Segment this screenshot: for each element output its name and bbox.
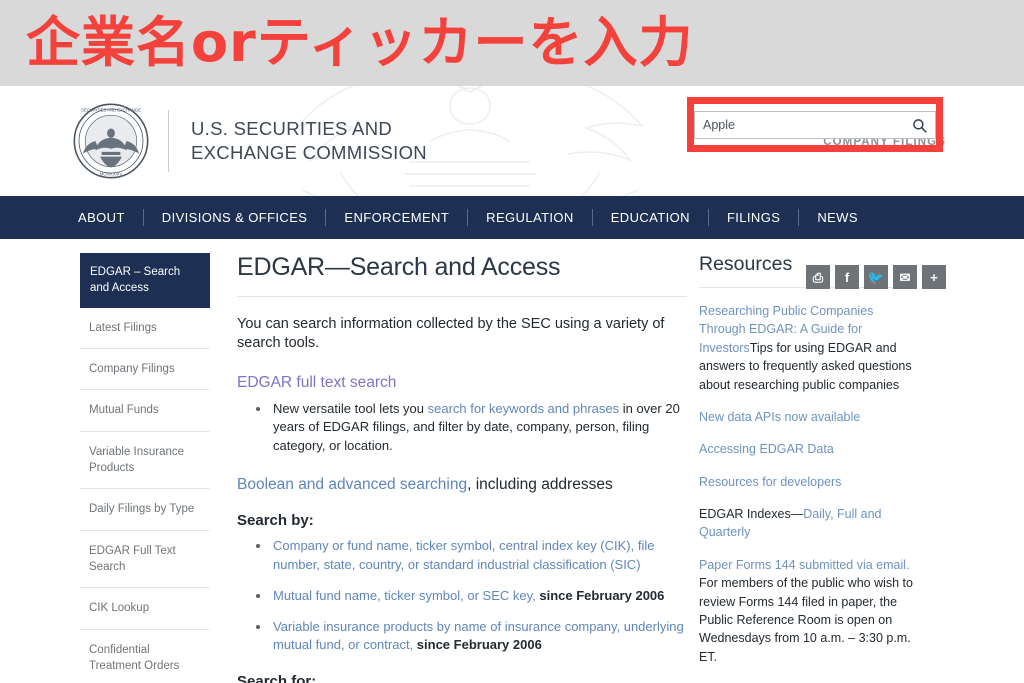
header-divider	[168, 110, 169, 172]
resource-entry: Researching Public Companies Through EDG…	[699, 302, 917, 394]
edgar-full-text-search-link[interactable]: EDGAR full text search	[237, 374, 687, 392]
page-title: EDGAR—Search and Access	[237, 253, 687, 297]
resource-entry: EDGAR Indexes—Daily, Full and Quarterly	[699, 505, 917, 542]
sidebar-item-company-filings[interactable]: Company Filings	[80, 349, 210, 391]
search-by-link[interactable]: Mutual fund name, ticker symbol, or SEC …	[273, 588, 536, 603]
svg-text:SECURITIES AND EXCHANGE: SECURITIES AND EXCHANGE	[81, 107, 141, 112]
site-header: SECURITIES AND EXCHANGE MCMXXXIV U.S. SE…	[0, 86, 1024, 196]
sidebar-item-edgar-search-and-access[interactable]: EDGAR – Search and Access	[80, 253, 210, 308]
search-by-link[interactable]: Company or fund name, ticker symbol, cen…	[273, 538, 654, 572]
sidebar-item-latest-filings[interactable]: Latest Filings	[80, 308, 210, 349]
search-for-heading: Search for:	[237, 673, 317, 683]
resources-list: Researching Public Companies Through EDG…	[699, 302, 917, 683]
twitter-icon[interactable]: 🐦	[864, 265, 888, 289]
nav-item-education[interactable]: EDUCATION	[593, 210, 708, 225]
boolean-search-heading: Boolean and advanced searching, includin…	[237, 476, 687, 494]
resource-entry: Resources for developers	[699, 473, 917, 491]
plus-icon[interactable]: +	[922, 265, 946, 289]
resource-link[interactable]: Paper Forms 144 submitted via email.	[699, 558, 910, 572]
sidebar-item-daily-filings-by-type[interactable]: Daily Filings by Type	[80, 489, 210, 531]
list-item: Company or fund name, ticker symbol, cen…	[271, 537, 687, 575]
resource-entry: New data APIs now available	[699, 408, 917, 426]
facebook-icon[interactable]: f	[835, 265, 859, 289]
main-navigation: ABOUT DIVISIONS & OFFICES ENFORCEMENT REGUL…	[0, 196, 1024, 239]
resource-link[interactable]: New data APIs now available	[699, 410, 860, 424]
sidebar-item-edgar-full-text-search[interactable]: EDGAR Full Text Search	[80, 531, 210, 589]
annotation-text: 企業名orティッカーを入力	[26, 11, 694, 74]
resource-prefix: EDGAR Indexes—	[699, 507, 804, 521]
annotation-banner: 企業名orティッカーを入力	[0, 0, 1024, 86]
search-field[interactable]	[694, 111, 936, 139]
sidebar-item-cik-lookup[interactable]: CIK Lookup	[80, 588, 210, 630]
sec-seal-icon: SECURITIES AND EXCHANGE MCMXXXIV	[73, 103, 149, 179]
search-zone: COMPANY FILINGS	[687, 97, 950, 152]
nav-item-news[interactable]: NEWS	[799, 210, 876, 225]
resources-column: Resources Researching Public Companies T…	[687, 239, 917, 683]
resource-link[interactable]: Accessing EDGAR Data	[699, 442, 834, 456]
sidebar-item-variable-insurance-products[interactable]: Variable Insurance Products	[80, 432, 210, 490]
agency-name: U.S. SECURITIES AND EXCHANGE COMMISSION	[191, 117, 427, 164]
list-item: Variable insurance products by name of i…	[271, 618, 687, 656]
full-text-search-bullets: New versatile tool lets you search for k…	[271, 400, 687, 457]
resource-entry: Paper Forms 144 submitted via email. For…	[699, 556, 917, 666]
sidebar-item-mutual-funds[interactable]: Mutual Funds	[80, 390, 210, 432]
print-icon[interactable]: ⎙	[806, 265, 830, 289]
nav-item-filings[interactable]: FILINGS	[709, 210, 798, 225]
sidebar-item-confidential-treatment-orders[interactable]: Confidential Treatment Orders	[80, 630, 210, 683]
list-item: New versatile tool lets you search for k…	[271, 400, 687, 457]
search-keywords-link[interactable]: search for keywords and phrases	[428, 401, 619, 416]
resource-link[interactable]: Resources for developers	[699, 475, 841, 489]
sidebar-nav: EDGAR – Search and Access Latest Filings C…	[80, 239, 210, 683]
search-by-heading: Search by:	[237, 512, 314, 530]
nav-item-regulation[interactable]: REGULATION	[468, 210, 592, 225]
resource-description: For members of the public who wish to re…	[699, 576, 913, 664]
email-icon[interactable]: ✉	[893, 265, 917, 289]
nav-item-about[interactable]: ABOUT	[72, 210, 143, 225]
boolean-search-link[interactable]: Boolean and advanced searching	[237, 476, 467, 493]
search-icon	[912, 118, 927, 133]
search-by-list: Company or fund name, ticker symbol, cen…	[271, 537, 687, 655]
boolean-search-tail: , including addresses	[467, 476, 613, 494]
agency-name-line2: EXCHANGE COMMISSION	[191, 142, 427, 163]
main-content: EDGAR—Search and Access You can search i…	[210, 239, 687, 683]
search-input[interactable]	[695, 112, 903, 138]
share-buttons: ⎙ f 🐦 ✉ +	[806, 265, 946, 289]
agency-name-line1: U.S. SECURITIES AND	[191, 118, 393, 140]
search-by-tail: since February 2006	[413, 637, 542, 653]
search-by-tail: since February 2006	[535, 587, 665, 603]
search-submit-button[interactable]	[903, 112, 935, 138]
intro-paragraph: You can search information collected by …	[237, 316, 665, 352]
nav-item-enforcement[interactable]: ENFORCEMENT	[326, 210, 467, 225]
resource-entry: Accessing EDGAR Data	[699, 440, 917, 458]
bullet-ft-pre: New versatile tool lets you	[273, 400, 428, 416]
nav-item-divisions-offices[interactable]: DIVISIONS & OFFICES	[144, 210, 326, 225]
svg-text:MCMXXXIV: MCMXXXIV	[100, 171, 123, 176]
list-item: Mutual fund name, ticker symbol, or SEC …	[271, 587, 687, 606]
page-root: 企業名orティッカーを入力 SECURITIES AND EXCHANGE MC…	[0, 0, 1024, 683]
page-body: EDGAR – Search and Access Latest Filings C…	[0, 239, 1024, 683]
